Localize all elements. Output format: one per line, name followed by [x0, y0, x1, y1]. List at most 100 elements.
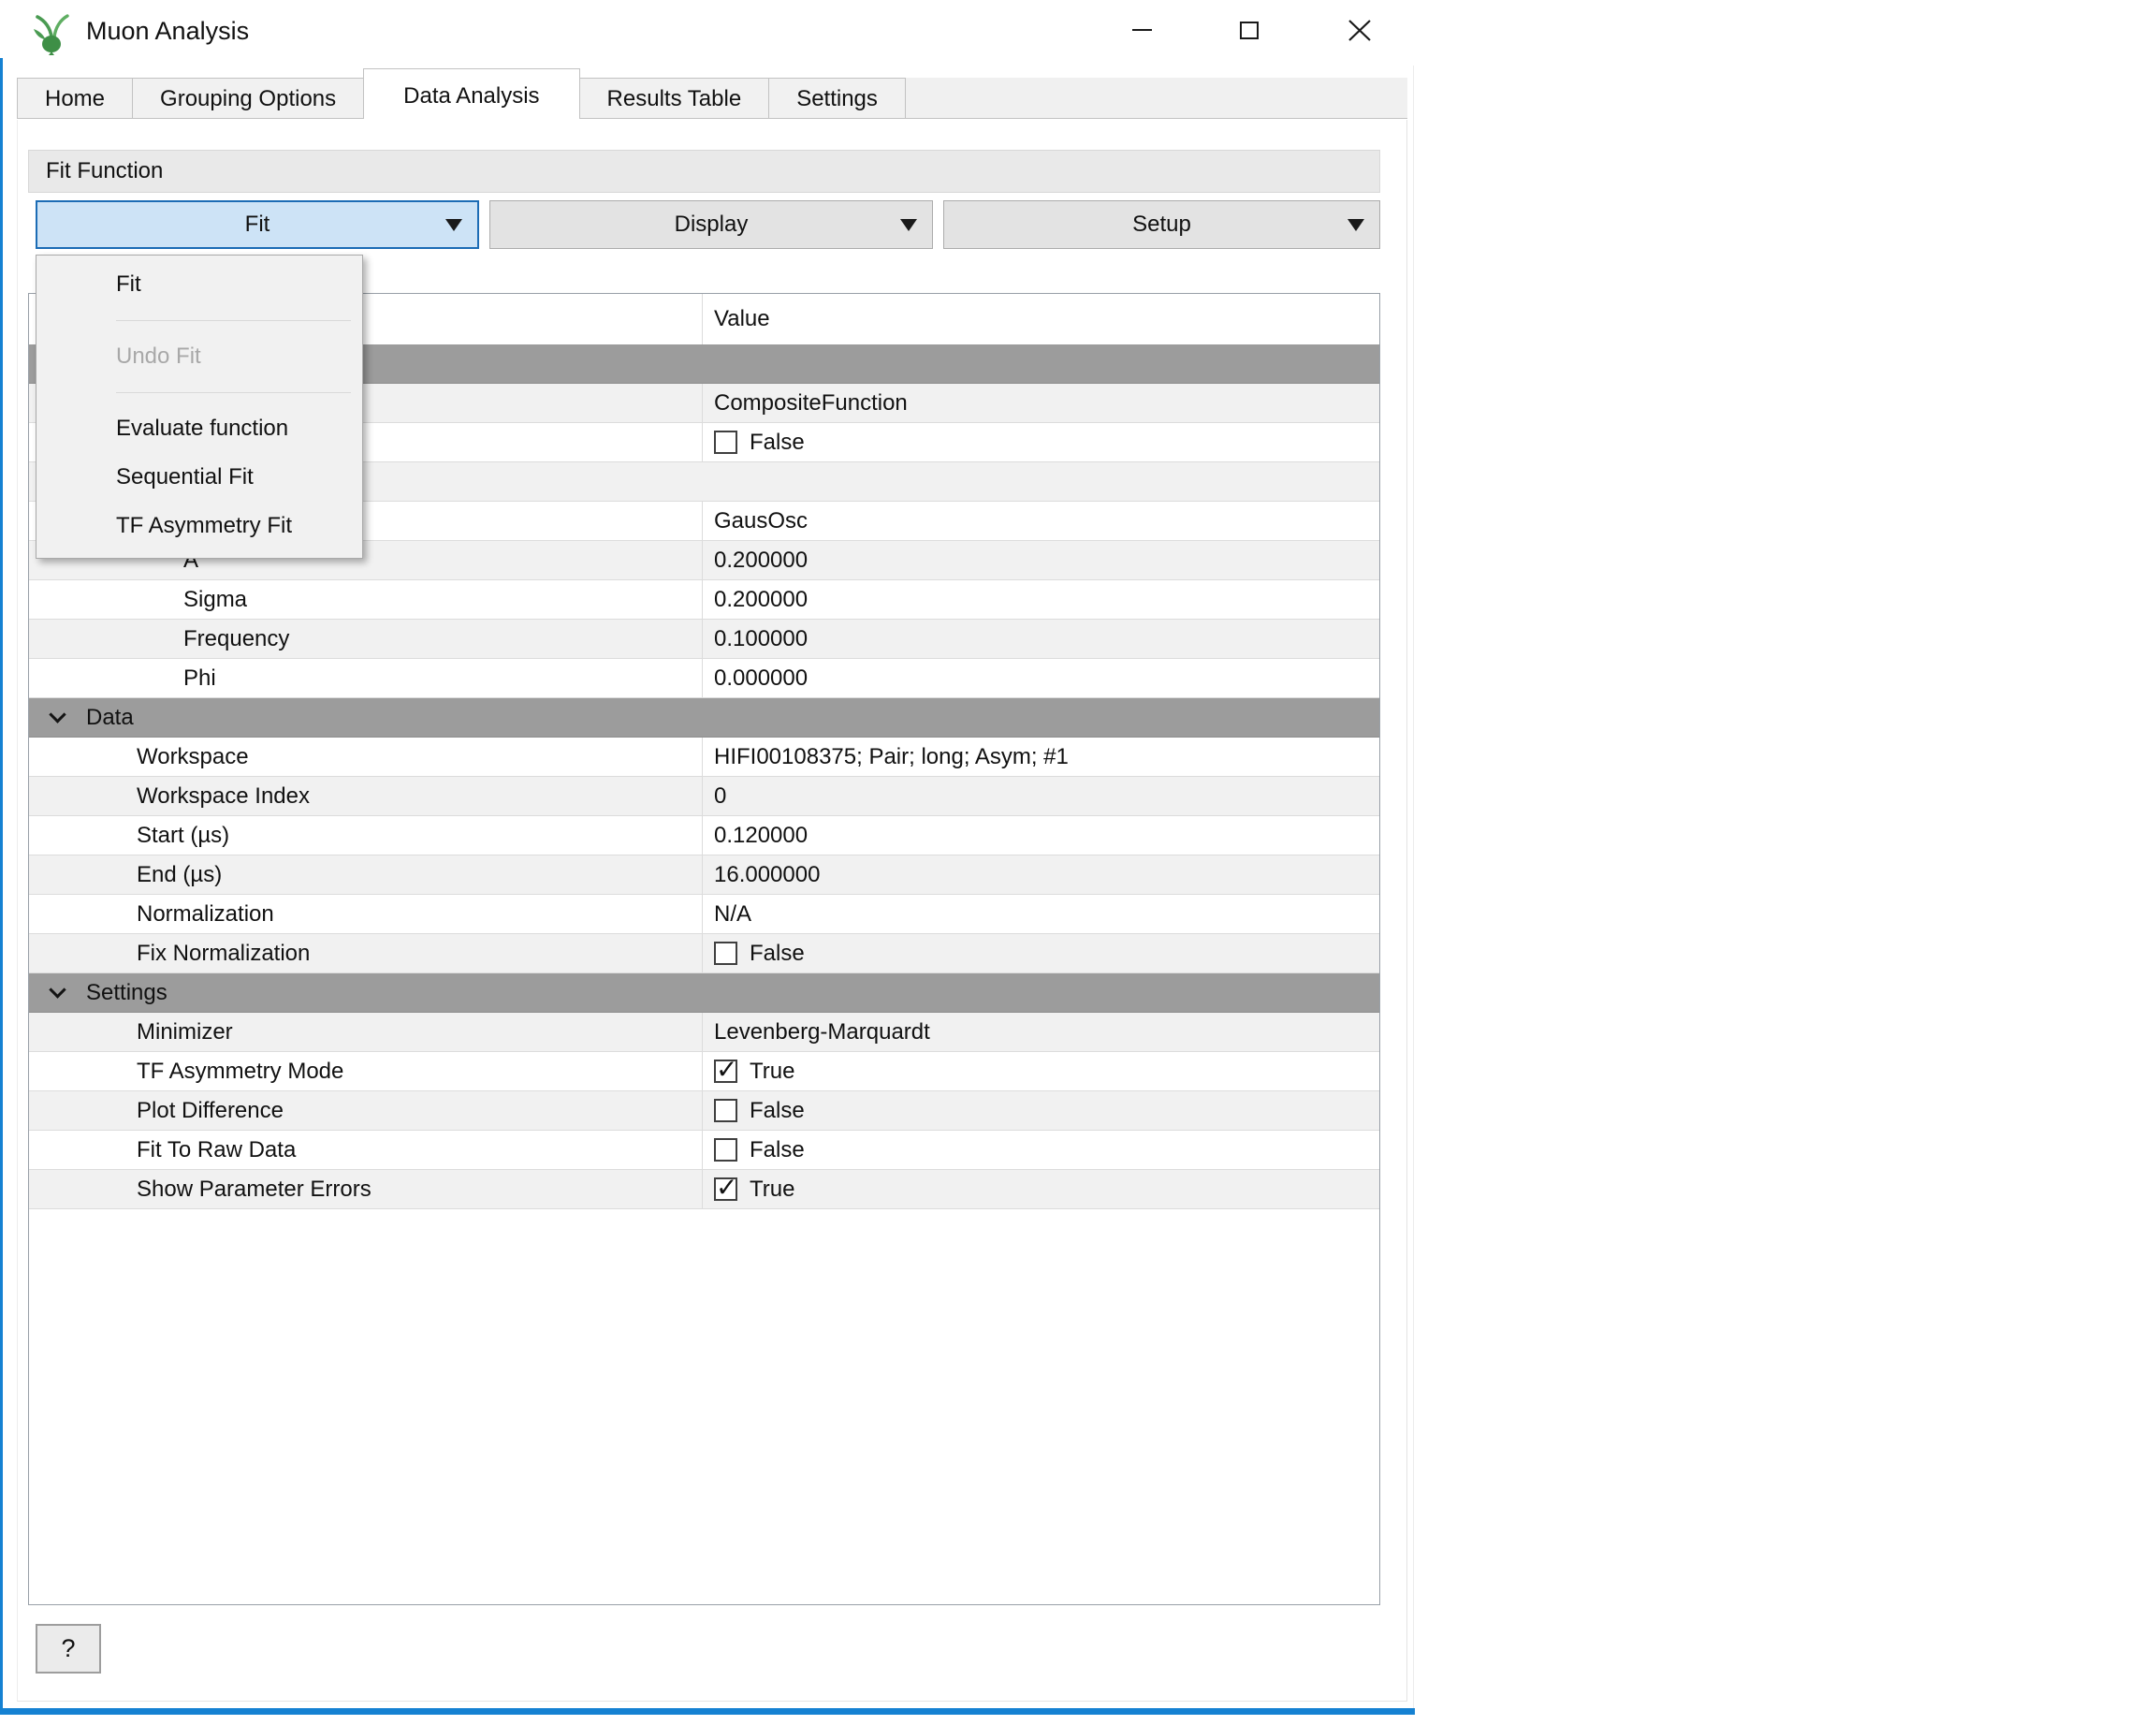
maximize-icon: [1240, 22, 1259, 39]
property-value: 16.000000: [703, 855, 1379, 894]
chevron-down-icon: [49, 706, 66, 723]
checkbox-label: True: [750, 1177, 794, 1203]
checkbox-label: False: [750, 1137, 805, 1163]
fit-dropdown-menu: Fit Undo Fit Evaluate functionSequential F…: [36, 255, 363, 559]
tab-home[interactable]: Home: [17, 78, 133, 118]
help-button[interactable]: ?: [36, 1624, 101, 1674]
property-row-workspace[interactable]: WorkspaceHIFI00108375; Pair; long; Asym;…: [29, 738, 1379, 777]
property-name: Phi: [29, 659, 703, 697]
property-value: 0.120000: [703, 816, 1379, 855]
property-value: False: [703, 423, 1379, 461]
property-value: ✓ True: [703, 1052, 1379, 1090]
chevron-down-icon: [49, 981, 66, 998]
property-value: GausOsc: [703, 502, 1379, 540]
property-row-fix-normalization[interactable]: Fix Normalization False: [29, 934, 1379, 973]
property-row-workspace-index[interactable]: Workspace Index0: [29, 777, 1379, 816]
property-name: Show Parameter Errors: [29, 1170, 703, 1208]
checkbox-unchecked[interactable]: [714, 431, 737, 454]
property-value: CompositeFunction: [703, 384, 1379, 422]
chevron-down-icon: [445, 219, 462, 231]
checkbox-checked[interactable]: ✓: [714, 1177, 737, 1201]
checkbox-label: False: [750, 1098, 805, 1124]
mantid-logo-icon: [32, 12, 75, 55]
section-header-row-settings[interactable]: Settings: [29, 973, 1379, 1013]
window-accent-border-bottom: [0, 1708, 1415, 1715]
property-row-tf-asymmetry-mode[interactable]: TF Asymmetry Mode ✓ True: [29, 1052, 1379, 1091]
fit-function-group-label: Fit Function: [28, 150, 1380, 193]
property-name: Workspace: [29, 738, 703, 776]
property-value: 0.100000: [703, 620, 1379, 658]
property-name: Normalization: [29, 895, 703, 933]
property-value: False: [703, 1091, 1379, 1130]
button-label: Display: [675, 212, 749, 238]
checkbox-label: False: [750, 941, 805, 967]
property-name: Fit To Raw Data: [29, 1131, 703, 1169]
menu-separator: [116, 320, 351, 321]
menu-item-fit[interactable]: Fit: [36, 260, 362, 309]
property-row-minimizer[interactable]: MinimizerLevenberg-Marquardt: [29, 1013, 1379, 1052]
minimize-icon: [1132, 29, 1152, 31]
property-value: 0.200000: [703, 541, 1379, 579]
property-row-phi[interactable]: Phi0.000000: [29, 659, 1379, 698]
window-title: Muon Analysis: [86, 0, 249, 62]
fit-dropdown-button[interactable]: Fit: [36, 200, 479, 249]
property-row-end-s[interactable]: End (µs)16.000000: [29, 855, 1379, 895]
property-row-sigma[interactable]: Sigma0.200000: [29, 580, 1379, 620]
property-value: False: [703, 1131, 1379, 1169]
property-value: N/A: [703, 895, 1379, 933]
button-label: Setup: [1132, 212, 1191, 238]
property-value: HIFI00108375; Pair; long; Asym; #1: [703, 738, 1379, 776]
checkbox-unchecked[interactable]: [714, 1099, 737, 1122]
property-name: Start (µs): [29, 816, 703, 855]
menu-item-tf-asymmetry-fit[interactable]: TF Asymmetry Fit: [36, 502, 362, 550]
tab-grouping-options[interactable]: Grouping Options: [132, 78, 364, 118]
property-name: Minimizer: [29, 1013, 703, 1051]
tab-data-analysis[interactable]: Data Analysis: [363, 68, 579, 119]
menu-item-undo-fit: Undo Fit: [36, 332, 362, 381]
check-icon: ✓: [716, 1172, 737, 1203]
setup-dropdown-button[interactable]: Setup: [943, 200, 1380, 249]
window-border-right: [1413, 66, 1414, 1708]
menu-item-evaluate-function[interactable]: Evaluate function: [36, 404, 362, 453]
property-value: 0: [703, 777, 1379, 815]
property-value: Levenberg-Marquardt: [703, 1013, 1379, 1051]
property-name: Sigma: [29, 580, 703, 619]
tab-strip: HomeGrouping OptionsData AnalysisResults…: [17, 78, 1407, 119]
property-row-plot-difference[interactable]: Plot Difference False: [29, 1091, 1379, 1131]
checkbox-unchecked[interactable]: [714, 1138, 737, 1162]
menu-item-sequential-fit[interactable]: Sequential Fit: [36, 453, 362, 502]
close-button[interactable]: [1326, 0, 1393, 60]
section-label: Data: [86, 705, 134, 731]
chevron-down-icon: [900, 219, 917, 231]
property-name: Frequency: [29, 620, 703, 658]
property-row-start-s[interactable]: Start (µs)0.120000: [29, 816, 1379, 855]
chevron-down-icon: [1348, 219, 1364, 231]
checkbox-label: True: [750, 1059, 794, 1085]
checkbox-checked[interactable]: ✓: [714, 1060, 737, 1083]
window-accent-border-left: [0, 7, 3, 1708]
property-row-frequency[interactable]: Frequency0.100000: [29, 620, 1379, 659]
property-value: 0.000000: [703, 659, 1379, 697]
property-row-fit-to-raw-data[interactable]: Fit To Raw Data False: [29, 1131, 1379, 1170]
display-dropdown-button[interactable]: Display: [489, 200, 933, 249]
property-row-normalization[interactable]: NormalizationN/A: [29, 895, 1379, 934]
property-name: End (µs): [29, 855, 703, 894]
checkbox-unchecked[interactable]: [714, 942, 737, 965]
close-icon: [1348, 19, 1372, 42]
tab-results-table[interactable]: Results Table: [579, 78, 770, 118]
maximize-button[interactable]: [1216, 0, 1283, 60]
property-row-show-parameter-errors[interactable]: Show Parameter Errors ✓ True: [29, 1170, 1379, 1209]
title-bar: Muon Analysis: [0, 0, 1415, 58]
check-icon: ✓: [716, 1054, 737, 1085]
property-value: False: [703, 934, 1379, 972]
muon-analysis-window: Muon Analysis HomeGrouping OptionsData A…: [0, 0, 1415, 1717]
property-name: Fix Normalization: [29, 934, 703, 972]
minimize-button[interactable]: [1108, 0, 1175, 60]
section-header-row-data[interactable]: Data: [29, 698, 1379, 738]
tab-settings[interactable]: Settings: [768, 78, 906, 118]
property-value: ✓ True: [703, 1170, 1379, 1208]
property-name: TF Asymmetry Mode: [29, 1052, 703, 1090]
section-label: Settings: [86, 980, 168, 1006]
checkbox-label: False: [750, 430, 805, 456]
property-name: Plot Difference: [29, 1091, 703, 1130]
